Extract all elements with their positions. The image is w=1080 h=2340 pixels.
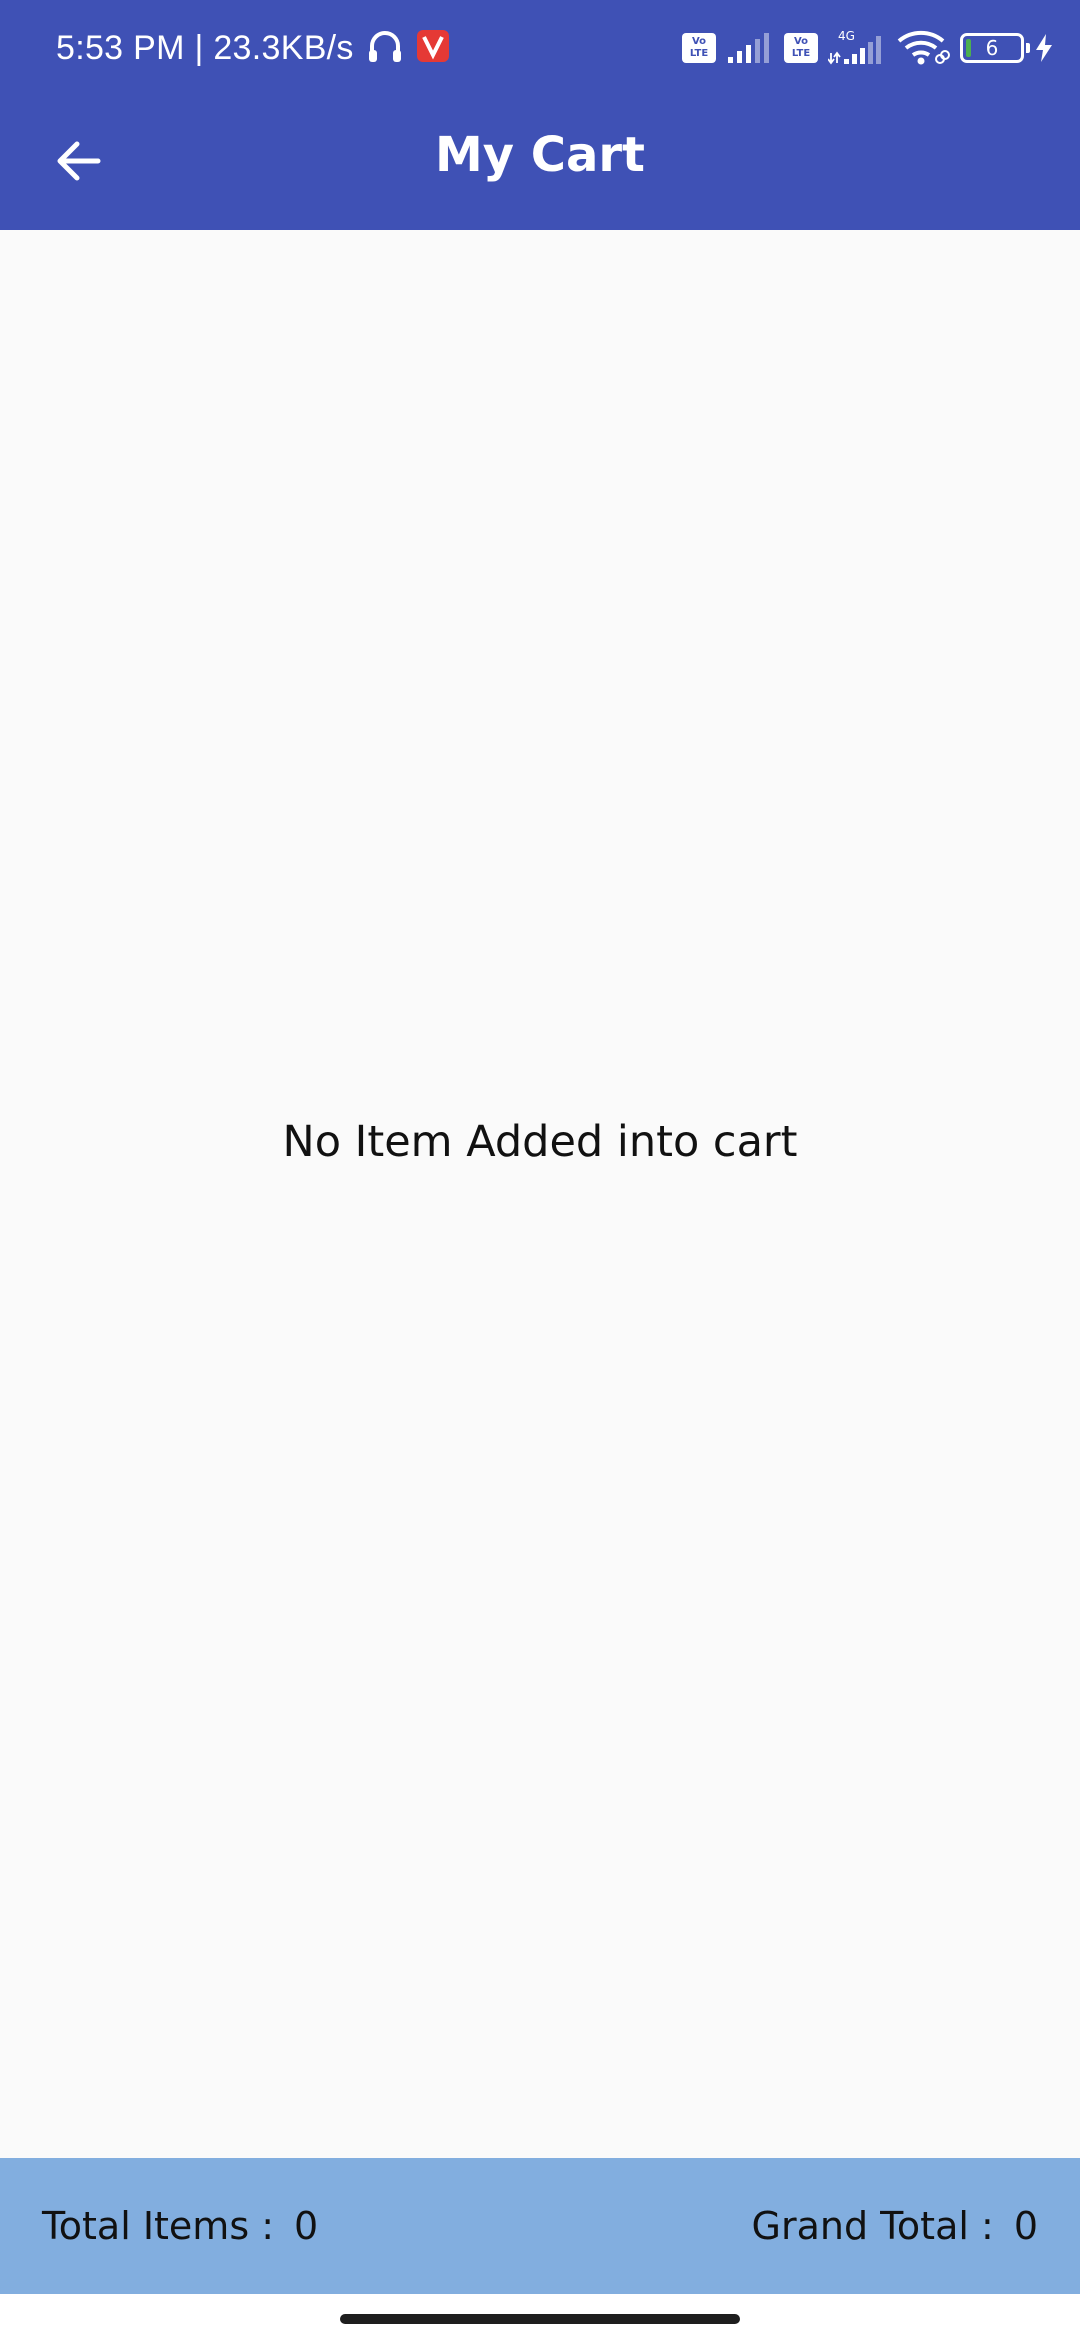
cart-list-area: No Item Added into cart xyxy=(0,230,1080,2158)
volte-icon: Vo LTE xyxy=(784,33,818,63)
grand-total: Grand Total : 0 xyxy=(752,2196,1038,2256)
status-left: 5:53 PM | 23.3KB/s xyxy=(56,24,450,72)
volte-icon: Vo LTE xyxy=(682,33,716,63)
app-notification-icon xyxy=(416,29,450,67)
headset-icon xyxy=(366,28,404,68)
grand-total-value: 0 xyxy=(1013,2204,1038,2248)
page-title: My Cart xyxy=(435,127,645,183)
wifi-icon xyxy=(896,29,950,67)
total-items-value: 0 xyxy=(294,2204,319,2248)
app-bar: My Cart xyxy=(0,96,1080,230)
home-indicator[interactable] xyxy=(340,2314,740,2324)
battery-level-text: 6 xyxy=(985,36,999,60)
total-items-label: Total Items : xyxy=(42,2204,275,2248)
network-type-label: 4G xyxy=(838,29,855,43)
battery-nub xyxy=(1026,43,1030,53)
status-bar: 5:53 PM | 23.3KB/s Vo LTE Vo LTE 4G 6 xyxy=(0,0,1080,96)
totals-bar: Total Items : 0 Grand Total : 0 xyxy=(0,2158,1080,2294)
battery-icon: 6 xyxy=(960,33,1030,63)
battery-level-fill xyxy=(966,39,971,57)
status-time: 5:53 PM | 23.3KB/s xyxy=(56,28,354,67)
total-items: Total Items : 0 xyxy=(42,2196,318,2256)
charging-icon xyxy=(1034,33,1054,63)
status-right: Vo LTE Vo LTE 4G 6 xyxy=(682,24,1054,72)
grand-total-label: Grand Total : xyxy=(751,2204,994,2248)
navigation-bar xyxy=(0,2294,1080,2340)
empty-cart-message: No Item Added into cart xyxy=(282,1117,798,1167)
signal-4g-icon: 4G xyxy=(828,29,886,67)
signal-icon xyxy=(726,31,774,65)
